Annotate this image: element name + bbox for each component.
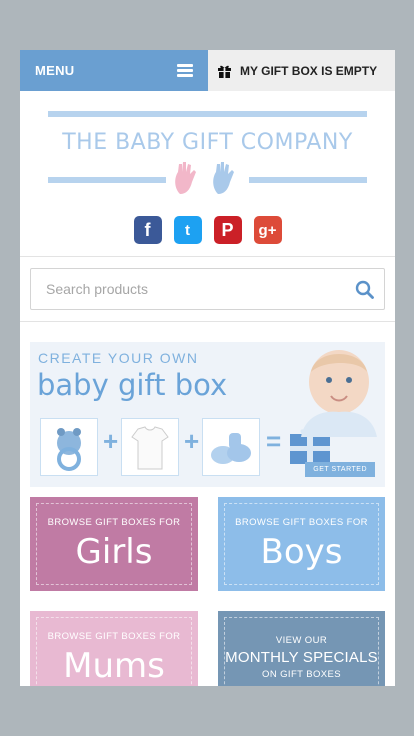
tile-subtitle: BROWSE GIFT BOXES FOR — [47, 631, 181, 642]
plus-icon: + — [184, 426, 200, 456]
pinterest-icon[interactable]: P — [213, 216, 242, 244]
top-bar: MENU MY GIFT BOX IS EMPTY — [20, 50, 395, 91]
search-input[interactable] — [44, 280, 355, 298]
logo-title: THE BABY GIFT COMPANY — [62, 130, 353, 155]
tile-title: Boys — [260, 532, 343, 572]
baby-hands-icon — [175, 162, 234, 194]
gift-icon — [218, 65, 231, 78]
search-box — [30, 268, 385, 310]
create-gift-box-banner[interactable]: CREATE YOUR OWN baby gift box + + = GET — [30, 342, 385, 487]
menu-label: MENU — [35, 63, 75, 78]
baby-photo — [301, 350, 377, 437]
equals-icon: = — [266, 426, 282, 456]
divider — [20, 321, 395, 322]
social-links: f t P g+ — [20, 216, 395, 244]
banner-line2: baby gift box — [37, 368, 228, 402]
hamburger-icon — [177, 64, 193, 77]
site-logo[interactable]: THE BABY GIFT COMPANY — [20, 111, 395, 211]
tile-title: Mums — [63, 646, 165, 686]
baby-vest-image — [121, 418, 179, 476]
tile-title: Girls — [75, 532, 153, 572]
tile-subtitle: VIEW OUR — [275, 635, 328, 646]
search-icon[interactable] — [355, 280, 374, 299]
mums-tile[interactable]: BROWSE GIFT BOXES FOR Mums — [30, 611, 198, 686]
google-plus-icon[interactable]: g+ — [253, 216, 282, 244]
facebook-icon[interactable]: f — [133, 216, 162, 244]
gift-box-button[interactable]: MY GIFT BOX IS EMPTY — [208, 50, 395, 91]
plus-icon: + — [103, 426, 119, 456]
menu-button[interactable]: MENU — [20, 50, 208, 91]
boys-tile[interactable]: BROWSE GIFT BOXES FOR Boys — [218, 497, 385, 591]
category-grid: BROWSE GIFT BOXES FOR Girls BROWSE GIFT … — [30, 497, 385, 686]
tile-subtitle: BROWSE GIFT BOXES FOR — [235, 517, 368, 528]
girls-tile[interactable]: BROWSE GIFT BOXES FOR Girls — [30, 497, 198, 591]
twitter-icon[interactable]: t — [173, 216, 202, 244]
teddy-toy-image — [40, 418, 98, 476]
tile-caption: ON GIFT BOXES — [262, 669, 341, 680]
search-section — [20, 257, 395, 321]
gift-box-label: MY GIFT BOX IS EMPTY — [240, 63, 378, 78]
banner-line1: CREATE YOUR OWN — [38, 350, 199, 366]
tile-title: MONTHLY SPECIALS — [225, 649, 378, 666]
baby-booties-image — [202, 418, 260, 476]
tile-subtitle: BROWSE GIFT BOXES FOR — [47, 517, 181, 528]
page-container: MENU MY GIFT BOX IS EMPTY THE BABY GIFT … — [20, 50, 395, 686]
get-started-button[interactable]: GET STARTED — [305, 462, 375, 477]
monthly-specials-tile[interactable]: VIEW OUR MONTHLY SPECIALS ON GIFT BOXES — [218, 611, 385, 686]
